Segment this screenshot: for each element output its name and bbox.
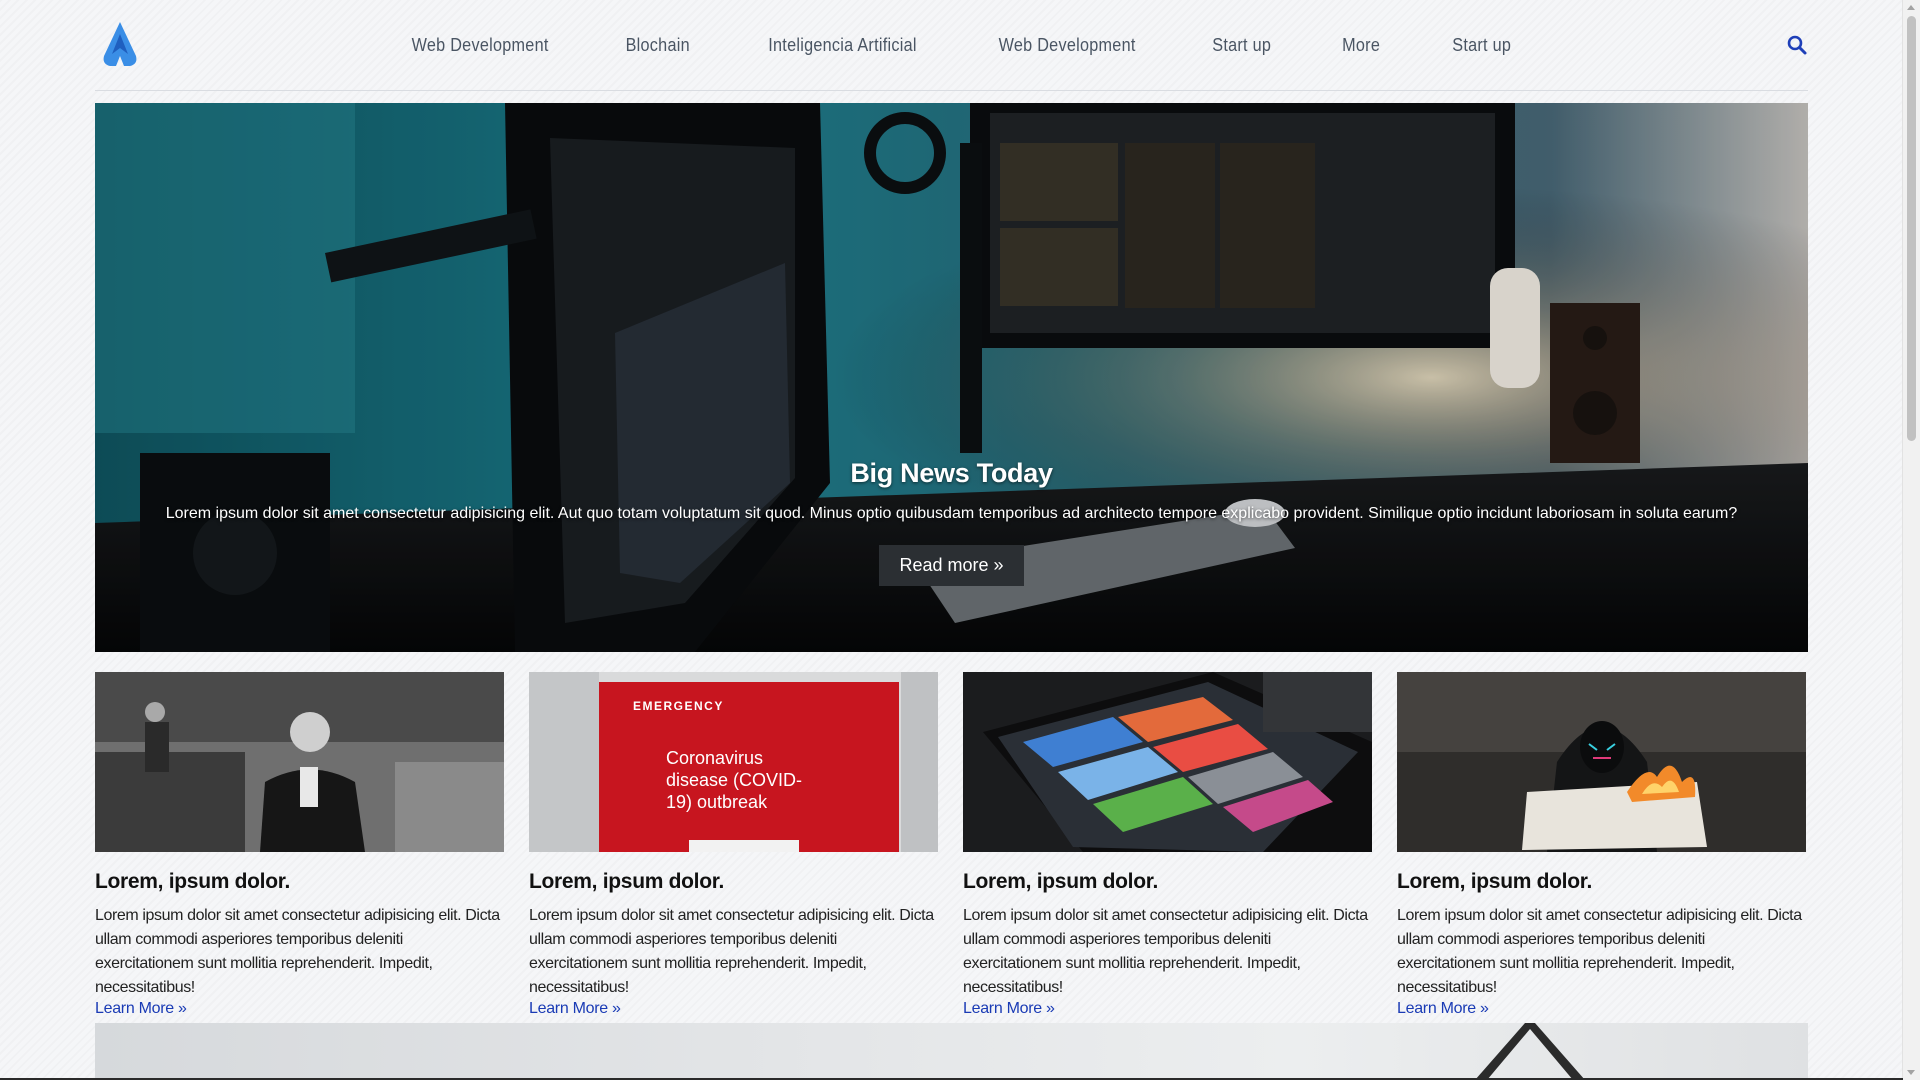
hero-caption: Big News Today Lorem ipsum dolor sit ame…	[95, 458, 1808, 586]
hooded-figure-burning-newspaper-photo	[1397, 672, 1806, 852]
next-section-photo	[1475, 1023, 1585, 1080]
nav-link-web-development-2[interactable]: Web Development	[998, 35, 1135, 56]
hero-description: Lorem ipsum dolor sit amet consectetur a…	[165, 505, 1738, 522]
news-card: Lorem, ipsum dolor. Lorem ipsum dolor si…	[963, 672, 1372, 1018]
news-card: EMERGENCY Coronavirus disease (COVID- 19…	[529, 672, 938, 1018]
news-card: Lorem, ipsum dolor. Lorem ipsum dolor si…	[95, 672, 504, 1018]
page-container: Web Development Blochain Inteligencia Ar…	[95, 0, 1808, 1018]
read-more-button[interactable]: Read more »	[879, 545, 1024, 586]
scroll-down-arrow-icon[interactable]	[1907, 1070, 1915, 1075]
card-title: Lorem, ipsum dolor.	[963, 870, 1158, 893]
nav-link-more[interactable]: More	[1342, 35, 1380, 56]
covid-emergency-sign-photo: EMERGENCY Coronavirus disease (COVID- 19…	[529, 672, 938, 852]
nav-link-start-up-2[interactable]: Start up	[1452, 35, 1511, 56]
nav-link-web-development[interactable]: Web Development	[412, 35, 549, 56]
nav-link-ai[interactable]: Inteligencia Artificial	[768, 35, 916, 56]
scroll-up-arrow-icon[interactable]	[1907, 5, 1915, 10]
nav-link-start-up[interactable]: Start up	[1212, 35, 1271, 56]
nav-link-blockchain[interactable]: Blochain	[626, 35, 690, 56]
news-card: Lorem, ipsum dolor. Lorem ipsum dolor si…	[1397, 672, 1806, 1018]
learn-more-link[interactable]: Learn More »	[529, 1000, 621, 1018]
tablet-news-app-photo	[963, 672, 1372, 852]
card-text: Lorem ipsum dolor sit amet consectetur a…	[963, 907, 1368, 996]
card-title: Lorem, ipsum dolor.	[95, 870, 290, 893]
emergency-sign-line-1: Coronavirus	[666, 748, 763, 768]
scrollbar-thumb[interactable]	[1907, 16, 1916, 441]
hero-banner: Big News Today Lorem ipsum dolor sit ame…	[95, 103, 1808, 652]
news-cards: Lorem, ipsum dolor. Lorem ipsum dolor si…	[95, 672, 1808, 1018]
card-image-hacker[interactable]	[1397, 672, 1806, 852]
learn-more-link[interactable]: Learn More »	[1397, 1000, 1489, 1018]
emergency-sign-line-2: disease (COVID-	[666, 770, 802, 790]
card-image-covid[interactable]: EMERGENCY Coronavirus disease (COVID- 19…	[529, 672, 938, 852]
card-image-tablet[interactable]	[963, 672, 1372, 852]
next-section-image	[95, 1023, 1808, 1080]
main-nav: Web Development Blochain Inteligencia Ar…	[95, 0, 1808, 90]
card-text: Lorem ipsum dolor sit amet consectetur a…	[529, 907, 934, 996]
presenter-newsroom-photo	[95, 672, 504, 852]
learn-more-link[interactable]: Learn More »	[963, 1000, 1055, 1018]
emergency-sign-heading: EMERGENCY	[633, 699, 724, 713]
card-title: Lorem, ipsum dolor.	[529, 870, 724, 893]
emergency-sign-line-3: 19) outbreak	[666, 792, 768, 812]
learn-more-link[interactable]: Learn More »	[95, 1000, 187, 1018]
card-text: Lorem ipsum dolor sit amet consectetur a…	[95, 907, 500, 996]
page-scrollbar[interactable]	[1902, 0, 1920, 1080]
card-image-presenter[interactable]	[95, 672, 504, 852]
hero-title: Big News Today	[850, 458, 1053, 488]
card-text: Lorem ipsum dolor sit amet consectetur a…	[1397, 907, 1802, 996]
card-title: Lorem, ipsum dolor.	[1397, 870, 1592, 893]
top-navbar: Web Development Blochain Inteligencia Ar…	[95, 0, 1808, 91]
search-icon[interactable]	[1786, 34, 1808, 56]
